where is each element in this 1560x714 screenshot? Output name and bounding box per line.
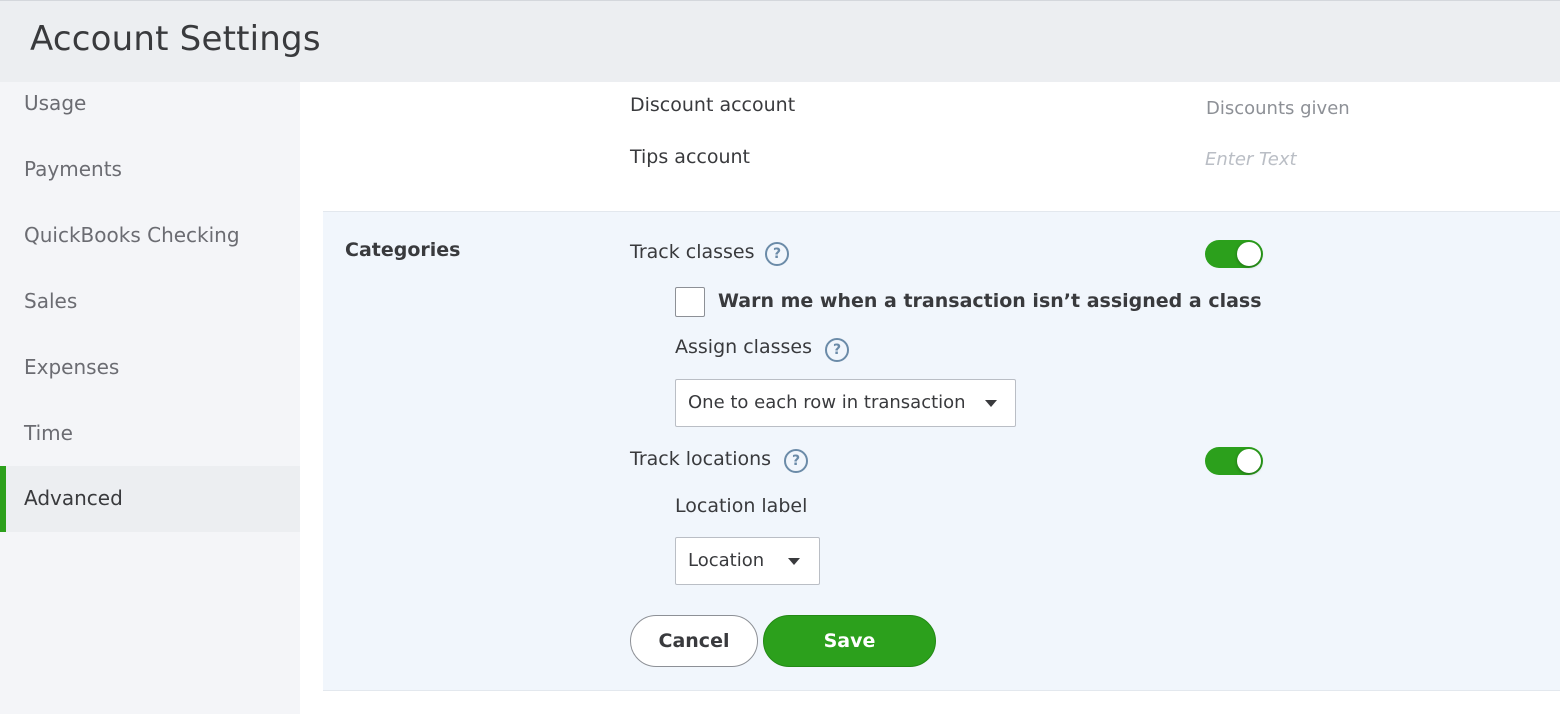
caret-down-icon — [985, 400, 997, 407]
assign-classes-help-icon[interactable]: ? — [825, 338, 849, 362]
sidebar-item-label: Usage — [24, 91, 87, 115]
tips-account-input[interactable]: Enter Text — [1205, 149, 1297, 170]
assign-classes-label: Assign classes — [675, 336, 812, 358]
sidebar-item-sales[interactable]: Sales — [0, 280, 300, 346]
track-locations-help-icon[interactable]: ? — [784, 449, 808, 473]
save-button[interactable]: Save — [763, 615, 936, 667]
sidebar-item-payments[interactable]: Payments — [0, 148, 300, 214]
page-header: Account Settings — [0, 0, 1560, 82]
track-classes-toggle[interactable] — [1205, 240, 1263, 268]
track-classes-label: Track classes — [630, 241, 755, 263]
location-label-label: Location label — [675, 495, 808, 517]
sidebar-item-label: Time — [24, 421, 73, 445]
sidebar-item-label: Advanced — [24, 486, 123, 510]
sidebar-item-quickbooks-checking[interactable]: QuickBooks Checking — [0, 214, 300, 280]
page-title: Account Settings — [30, 19, 321, 59]
sidebar-item-label: Payments — [24, 157, 122, 181]
sidebar-item-usage[interactable]: Usage — [0, 82, 300, 148]
categories-title: Categories — [345, 239, 461, 261]
discount-account-value[interactable]: Discounts given — [1206, 98, 1350, 119]
categories-section: Categories Track classes ? Warn me when … — [323, 211, 1560, 691]
sidebar-item-advanced[interactable]: Advanced — [0, 466, 300, 532]
sidebar-item-label: QuickBooks Checking — [24, 223, 240, 247]
track-locations-label: Track locations — [630, 448, 772, 470]
location-label-selected-value: Location — [688, 550, 765, 571]
settings-main: Discount account Discounts given Tips ac… — [300, 82, 1560, 714]
sidebar-item-label: Expenses — [24, 355, 120, 379]
warn-unassigned-class-label: Warn me when a transaction isn’t assigne… — [718, 290, 1262, 312]
track-classes-help-icon[interactable]: ? — [765, 242, 789, 266]
warn-unassigned-class-checkbox[interactable] — [675, 287, 705, 317]
sidebar-item-expenses[interactable]: Expenses — [0, 346, 300, 412]
caret-down-icon — [788, 558, 800, 565]
assign-classes-selected-value: One to each row in transaction — [688, 392, 966, 413]
settings-sidebar: Usage Payments QuickBooks Checking Sales… — [0, 82, 300, 714]
discount-account-label: Discount account — [630, 94, 796, 116]
assign-classes-select[interactable]: One to each row in transaction — [675, 379, 1016, 427]
track-locations-toggle[interactable] — [1205, 447, 1263, 475]
cancel-button[interactable]: Cancel — [630, 615, 758, 667]
sidebar-item-label: Sales — [24, 289, 78, 313]
tips-account-label: Tips account — [630, 146, 750, 168]
location-label-select[interactable]: Location — [675, 537, 820, 585]
